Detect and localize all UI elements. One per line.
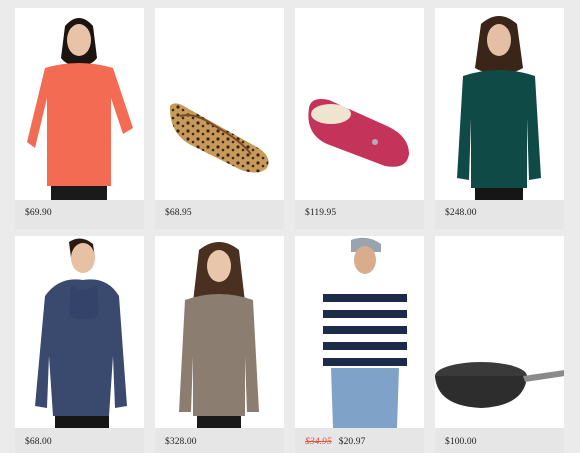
product-image[interactable] [155,236,284,428]
product-price-row: $69.90 [25,208,52,218]
product-price: $68.95 [165,208,192,218]
product-card[interactable]: $119.95 [295,8,424,229]
product-price: $100.00 [445,437,477,447]
product-price-row: $68.00 [25,437,52,447]
product-image[interactable] [155,8,284,200]
product-price: $119.95 [305,208,337,218]
product-price-row: $100.00 [445,437,477,447]
product-image[interactable] [435,236,564,428]
product-image[interactable] [15,236,144,428]
product-price-row: $68.95 [165,208,192,218]
product-card[interactable]: $248.00 [435,8,564,229]
product-price: $20.97 [338,437,366,447]
product-image[interactable] [295,236,424,428]
product-card[interactable]: $68.00 [15,236,144,453]
product-price-row: $248.00 [445,208,477,218]
product-price-row: $119.95 [305,208,336,218]
product-price-row: $34.95 $20.97 [305,437,365,447]
product-price: $68.00 [25,437,52,447]
product-card[interactable]: $68.95 [155,8,284,229]
product-image[interactable] [15,8,144,200]
product-grid: $69.90 $68.95 $119.95 $248.00 $68.00 $32… [0,0,580,453]
product-price: $69.90 [25,208,52,218]
product-price-row: $328.00 [165,437,197,447]
product-card[interactable]: $100.00 [435,236,564,453]
product-image[interactable] [295,8,424,200]
product-price: $248.00 [445,208,477,218]
product-card[interactable]: $69.90 [15,8,144,229]
product-card[interactable]: $34.95 $20.97 [295,236,424,453]
product-card[interactable]: $328.00 [155,236,284,453]
product-original-price: $34.95 [305,437,332,447]
product-price: $328.00 [165,437,197,447]
product-image[interactable] [435,8,564,200]
